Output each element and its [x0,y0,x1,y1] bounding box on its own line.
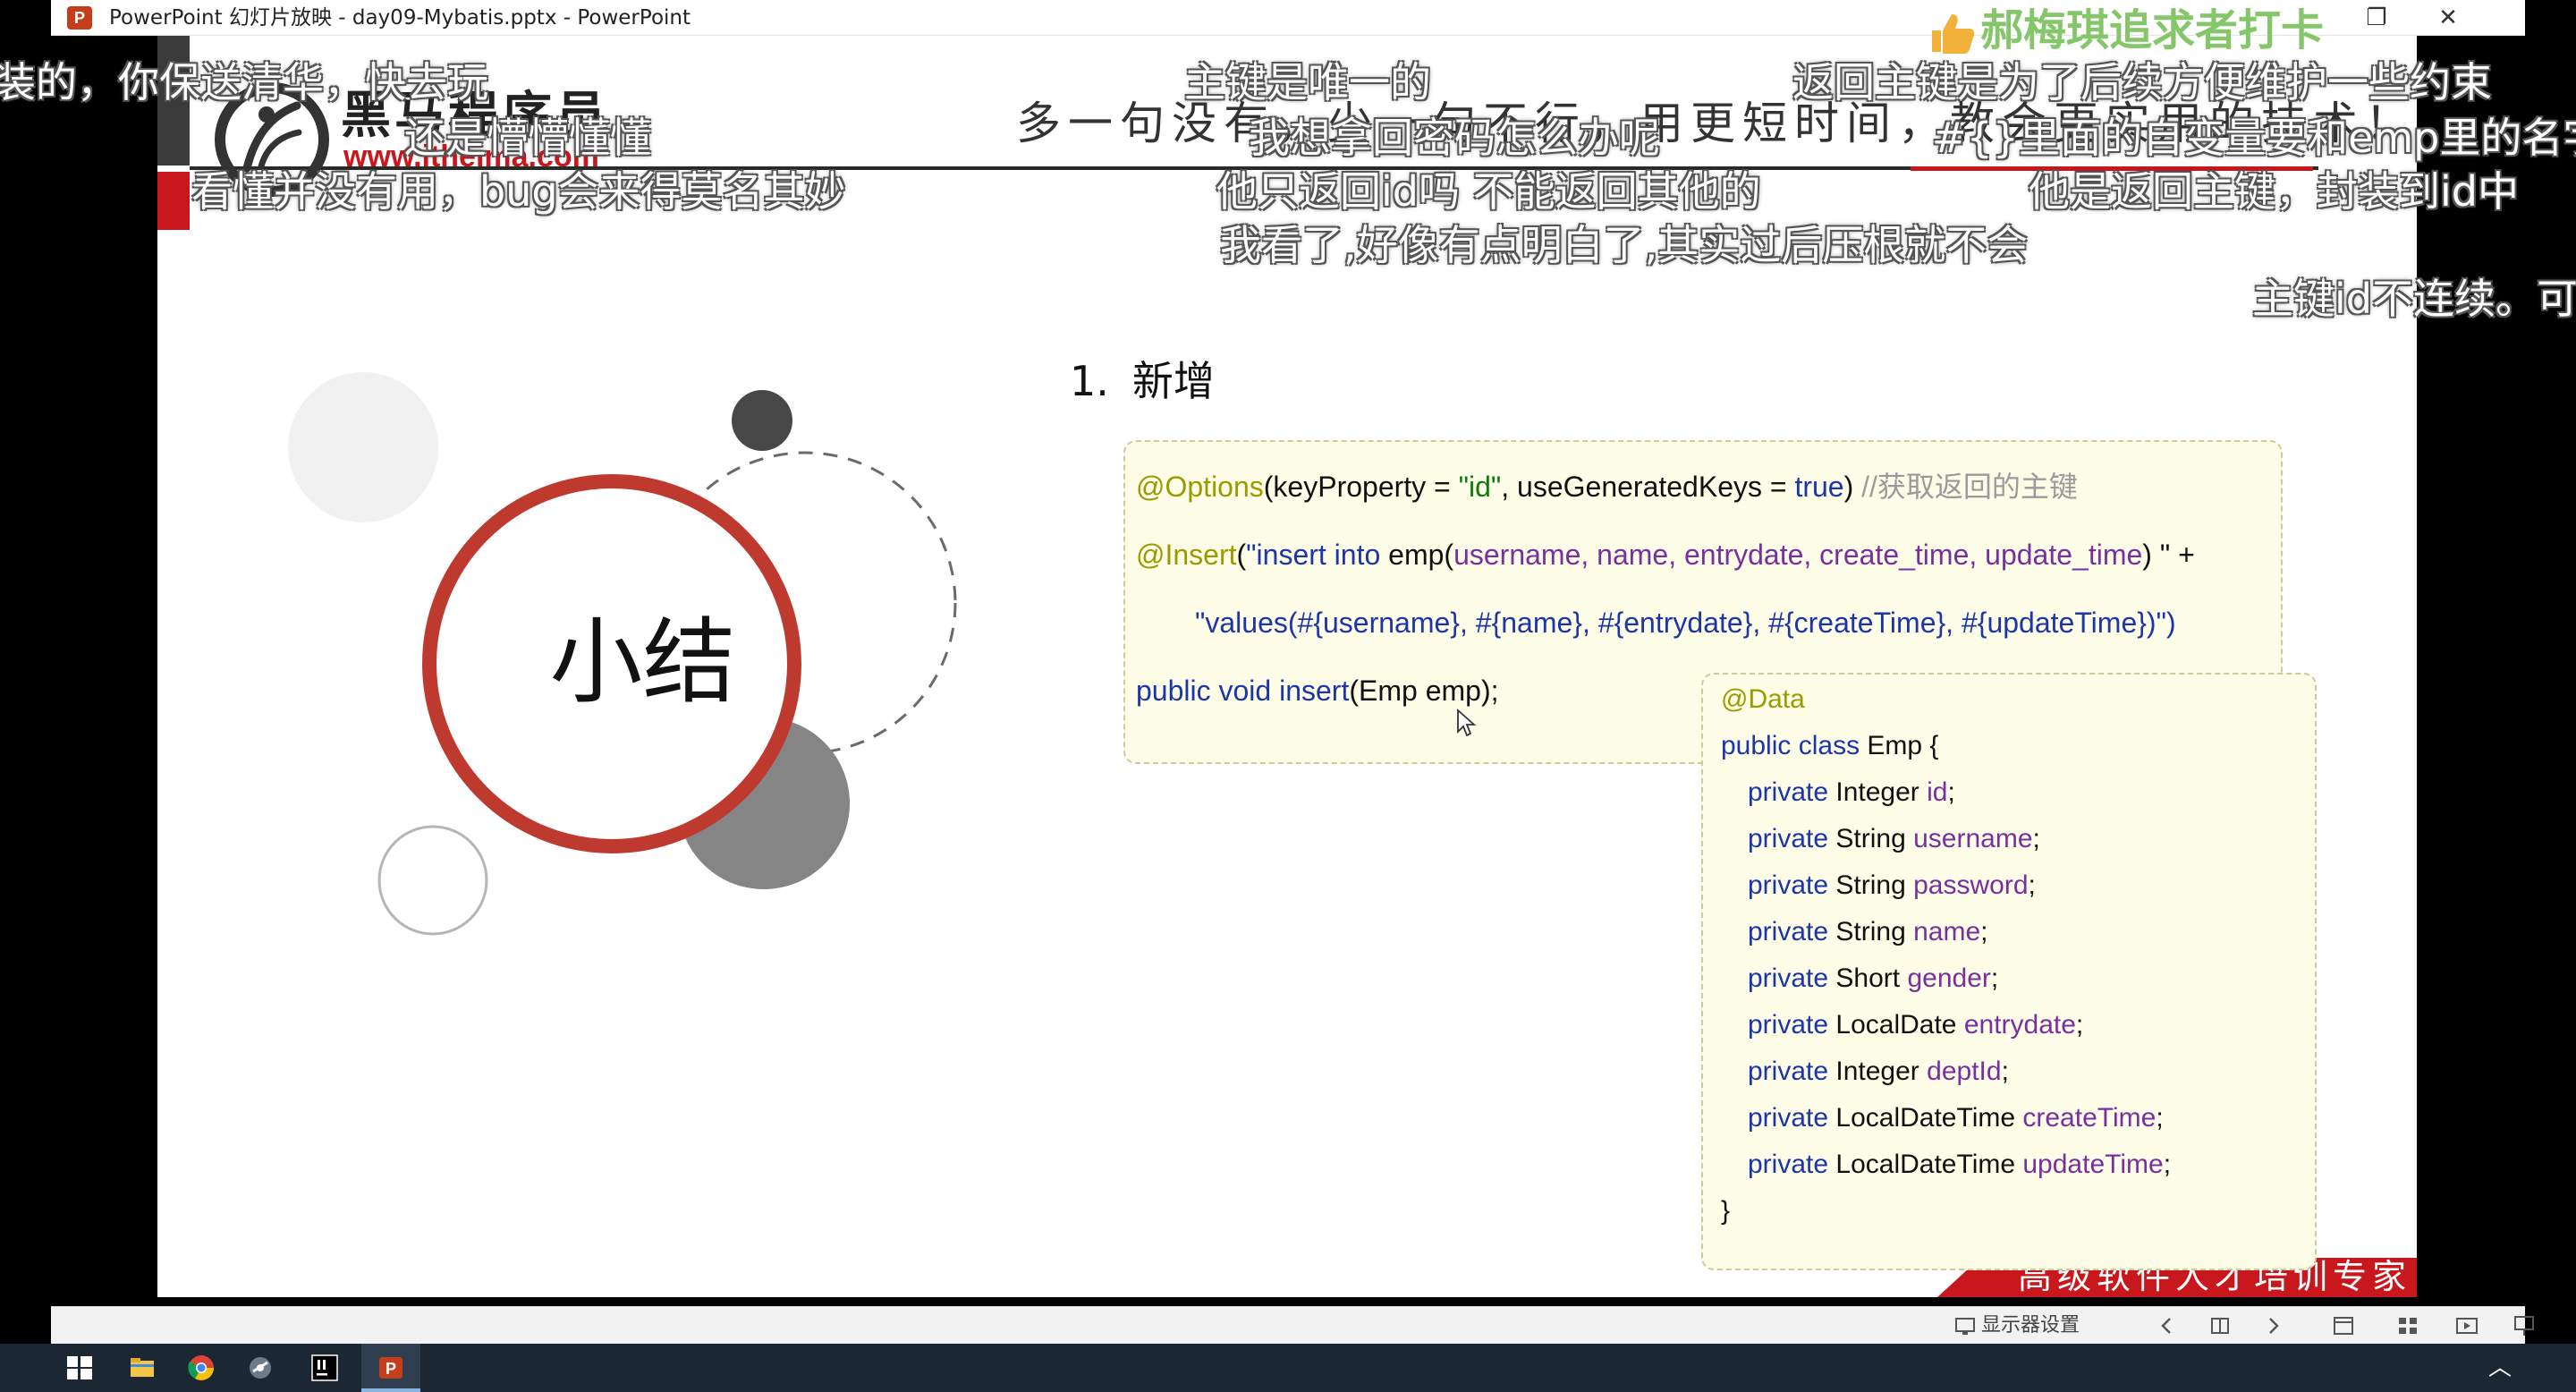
code-line-options: @Options(keyProperty = "id", useGenerate… [1136,471,2078,503]
emp-field-line: private LocalDateTime updateTime; [1748,1150,2172,1179]
section-number: 1. [1070,357,1109,405]
summary-heading: 小结 [549,607,736,717]
code-line-class-decl: public class Emp { [1721,731,1939,760]
emp-field-line: private Short gender; [1748,963,1999,993]
code-line-data-annotation: @Data [1721,684,1805,714]
display-settings-button[interactable]: 显示器设置 [1981,1314,2080,1337]
start-button[interactable] [50,1344,109,1392]
monitor-icon [1955,1318,1975,1335]
danmu-comment: 主键id不连续。可 [2252,275,2576,323]
normal-view-icon[interactable] [2330,1312,2357,1339]
field-name: gender [1907,963,1991,993]
field-type: String [1835,870,1906,900]
slideshow-icon[interactable] [2511,1312,2538,1339]
field-name: entrydate [1963,1010,2076,1040]
powerpoint-icon: P [67,6,92,30]
danmu-comment: 主键是唯一的 [1184,58,1431,106]
danmu-comment: 我看了,好像有点明白了,其实过后压根就不会 [1220,221,2029,269]
intellij-icon [311,1354,338,1381]
active-app-indicator [361,1388,420,1392]
danmu-comment: 看懂并没有用，bug会来得莫名其妙 [191,167,846,216]
field-type: LocalDate [1835,1010,1957,1040]
field-type: LocalDateTime [1835,1103,2016,1133]
slide-sorter-icon[interactable] [2394,1312,2421,1339]
window-title: PowerPoint 幻灯片放映 - day09-Mybatis.pptx - … [109,6,691,30]
danmu-comment: 返回主键是为了后续方便维护一些约束 [1792,58,2492,106]
section-title: 1. 新增 [1070,354,1215,408]
mouse-cursor-icon [1457,709,1476,737]
field-name: id [1927,777,1948,807]
taskbar-intellij[interactable] [295,1344,354,1392]
code-line-class-close: } [1721,1196,1731,1226]
windows-taskbar: P ︿ [0,1344,2576,1392]
field-type: Integer [1835,777,1919,807]
reading-view-icon[interactable] [2453,1312,2480,1339]
emp-field-line: private LocalDateTime createTime; [1748,1103,2164,1133]
taskbar-powerpoint[interactable]: P [361,1344,420,1392]
emp-field-line: private Integer deptId; [1748,1057,2009,1086]
emp-class-code: @Data public class Emp { private Integer… [1701,673,2317,1270]
field-type: String [1835,917,1906,946]
emp-field-line: private String username; [1748,824,2040,853]
danmu-comment: 我想拿回密码怎么办呢 [1249,114,1660,162]
next-slide-icon[interactable] [2260,1312,2287,1339]
danmu-comment: #{}里面的自变量要和emp里的名字 [1932,114,2576,162]
emp-field-line: private Integer id; [1748,777,1955,807]
field-name: username [1913,824,2033,853]
field-type: Short [1835,963,1901,993]
field-name: password [1913,870,2029,900]
field-name: name [1913,917,1981,946]
taskbar-tool[interactable] [231,1344,290,1392]
emp-field-line: private LocalDate entrydate; [1748,1010,2084,1040]
danmu-comment: 还是懵懵懂懂 [404,114,651,162]
slideshow-status-bar: 显示器设置 [51,1306,2534,1344]
field-type: Integer [1835,1057,1919,1086]
code-line-method: public void insert(Emp emp); [1136,675,1499,707]
field-name: createTime [2022,1103,2157,1133]
danmu-comment: 他是返回主键，封装到id中 [2029,167,2519,216]
chrome-icon [188,1355,214,1380]
powerpoint-icon: P [379,1357,402,1379]
close-button[interactable]: ✕ [2412,0,2484,36]
taskbar-chrome[interactable] [172,1344,231,1392]
field-type: LocalDateTime [1835,1150,2016,1179]
emp-field-line: private String name; [1748,917,1988,946]
tool-icon [250,1357,271,1379]
tray-chevron-icon[interactable]: ︿ [2478,1344,2522,1392]
section-title-text: 新增 [1131,357,1215,405]
code-line-values: "values(#{username}, #{name}, #{entrydat… [1195,607,2176,639]
uploader-watermark: 郝梅琪追求者打卡 [1980,5,2325,55]
restore-button[interactable]: ❐ [2341,0,2412,36]
field-name: deptId [1927,1057,2002,1086]
code-line-insert: @Insert("insert into emp(username, name,… [1136,539,2195,571]
emp-field-line: private String password; [1748,870,2036,900]
slide-grid-icon[interactable] [2207,1312,2233,1339]
previous-slide-icon[interactable] [2153,1312,2180,1339]
file-explorer-icon [131,1358,154,1377]
field-name: updateTime [2022,1150,2164,1179]
danmu-comment: 他只返回id吗 不能返回其他的 [1216,167,1761,216]
svg-text:P: P [386,1360,396,1378]
field-type: String [1835,824,1906,853]
taskbar-file-explorer[interactable] [113,1344,172,1392]
windows-start-icon [67,1356,92,1379]
danmu-comment: 装的，你保送清华，快去玩 [0,58,488,106]
thumbs-up-icon [1932,14,1975,54]
